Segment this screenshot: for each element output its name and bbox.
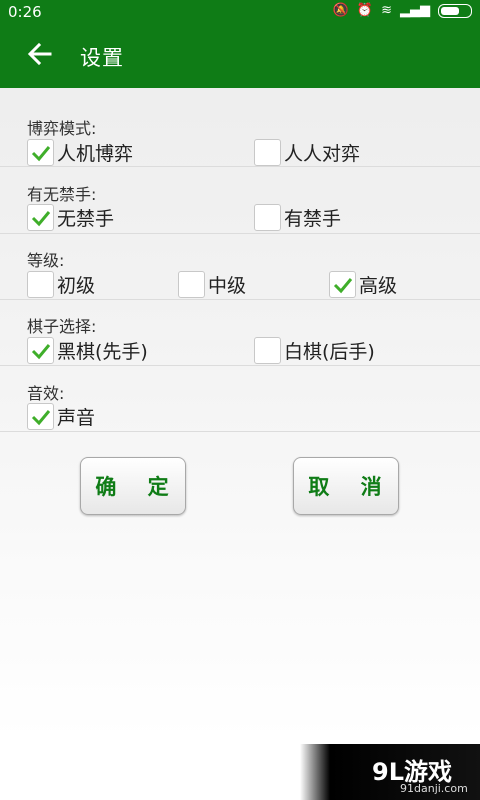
- checkmark-icon: [31, 409, 51, 425]
- option-label: 声音: [57, 406, 96, 429]
- option-human-vs-ai[interactable]: 人机博弈: [27, 136, 133, 168]
- status-icons: 🔕 ⏰ ≋ ▂▄▆: [333, 3, 472, 18]
- checkbox[interactable]: [27, 402, 54, 430]
- option-forbidden[interactable]: 有禁手: [254, 201, 341, 233]
- arrow-left-icon[interactable]: [26, 40, 54, 68]
- checkbox[interactable]: [254, 138, 281, 166]
- option-black-first[interactable]: 黑棋(先手): [27, 334, 148, 366]
- confirm-button[interactable]: 确 定: [80, 457, 186, 515]
- checkbox[interactable]: [27, 203, 54, 231]
- watermark-domain: 91danji.com: [400, 782, 468, 795]
- option-level-advanced[interactable]: 高级: [329, 268, 397, 300]
- option-label: 无禁手: [57, 207, 115, 230]
- option-level-intermediate[interactable]: 中级: [178, 268, 246, 300]
- checkbox[interactable]: [27, 138, 54, 166]
- option-label: 中级: [208, 274, 247, 297]
- battery-icon: [438, 3, 472, 18]
- status-bar: 0:26 🔕 ⏰ ≋ ▂▄▆: [0, 0, 480, 26]
- alarm-off-icon: 🔕: [332, 3, 349, 18]
- app-bar: 设置: [0, 26, 480, 88]
- signal-icon: ▂▄▆: [400, 3, 430, 18]
- section-level: 等级: 初级 中级 高级: [0, 247, 480, 300]
- status-time: 0:26: [8, 3, 42, 21]
- checkbox[interactable]: [27, 336, 54, 364]
- section-forbidden-moves: 有无禁手: 无禁手 有禁手: [0, 181, 480, 234]
- cancel-button[interactable]: 取 消: [293, 457, 399, 515]
- section-sound: 音效: 声音: [0, 380, 480, 432]
- checkmark-icon: [333, 277, 353, 293]
- checkbox[interactable]: [254, 336, 281, 364]
- option-label: 白棋(后手): [284, 340, 375, 363]
- checkmark-icon: [31, 343, 51, 359]
- option-label: 初级: [57, 274, 96, 297]
- alarm-icon: ⏰: [356, 3, 374, 18]
- section-piece-choice: 棋子选择: 黑棋(先手) 白棋(后手): [0, 313, 480, 366]
- option-white-second[interactable]: 白棋(后手): [254, 334, 375, 366]
- checkbox[interactable]: [329, 270, 356, 298]
- checkbox[interactable]: [27, 270, 54, 298]
- option-sound[interactable]: 声音: [27, 400, 95, 432]
- option-label: 黑棋(先手): [57, 340, 148, 363]
- option-human-vs-human[interactable]: 人人对弈: [254, 136, 360, 168]
- page-title: 设置: [80, 46, 124, 70]
- option-label: 人机博弈: [57, 142, 134, 165]
- option-label: 有禁手: [284, 207, 342, 230]
- option-no-forbidden[interactable]: 无禁手: [27, 201, 114, 233]
- section-game-mode: 博弈模式: 人机博弈 人人对弈: [0, 115, 480, 167]
- checkbox[interactable]: [178, 270, 205, 298]
- wifi-icon: ≋: [381, 3, 392, 18]
- checkmark-icon: [31, 210, 51, 226]
- option-label: 人人对弈: [284, 142, 361, 165]
- checkmark-icon: [31, 145, 51, 161]
- checkbox[interactable]: [254, 203, 281, 231]
- option-level-beginner[interactable]: 初级: [27, 268, 95, 300]
- option-label: 高级: [359, 274, 398, 297]
